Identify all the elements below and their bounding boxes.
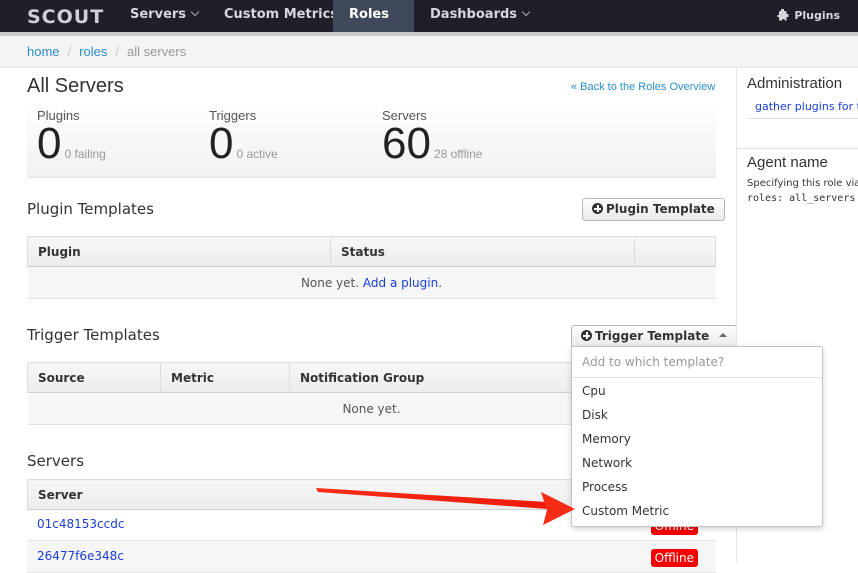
empty-suffix: .	[438, 275, 443, 290]
servers-heading: Servers	[27, 452, 85, 470]
scout-logo[interactable]: SCOUT	[27, 6, 104, 28]
breadcrumb-current: all servers	[126, 44, 187, 59]
status-badge: Offline	[650, 549, 698, 567]
nav-dashboards-label: Dashboards	[430, 7, 518, 22]
plus-circle-icon	[581, 330, 592, 341]
nav-servers[interactable]: Servers	[114, 0, 214, 32]
empty-row: None yet. Add a plugin.	[27, 266, 716, 299]
agent-name-text: Specifying this role via the agent:	[747, 178, 858, 189]
nav-plugins[interactable]: Plugins	[776, 0, 840, 32]
dropdown-option-network[interactable]: Network	[572, 451, 822, 475]
column-header[interactable]: Metric	[160, 362, 290, 393]
stat-sub: 0 active	[236, 147, 278, 161]
nav-custom-metrics-label: Custom Metrics	[224, 7, 339, 22]
dropdown-option-custom-metric[interactable]: Custom Metric	[572, 499, 822, 523]
sidebar-divider	[737, 148, 858, 149]
chevron-down-icon	[190, 7, 200, 17]
dropdown-option-memory[interactable]: Memory	[572, 427, 822, 451]
add-plugin-link[interactable]: Add a plugin	[363, 276, 438, 290]
administration-heading: Administration	[747, 75, 843, 92]
dropdown-option-cpu[interactable]: Cpu	[572, 379, 822, 403]
server-link[interactable]: 26477f6e348c	[37, 549, 124, 563]
breadcrumb-roles[interactable]: roles	[79, 44, 107, 59]
gather-plugins-link[interactable]: gather plugins for this role	[747, 100, 858, 119]
stat-plugins: Plugins 00 failing	[37, 108, 106, 168]
stat-servers: Servers 60 28 offline	[382, 108, 483, 168]
stat-sub: 28 offline	[433, 147, 483, 161]
trigger-template-dropdown: Add to which template? Cpu Disk Memory N…	[571, 346, 823, 527]
dropdown-header: Add to which template?	[572, 347, 822, 378]
column-header[interactable]: Source	[27, 362, 161, 393]
nav-roles-label: Roles	[349, 7, 389, 22]
agent-name-code: roles: all_servers	[747, 193, 856, 204]
breadcrumb-home[interactable]: home	[27, 44, 60, 59]
add-plugin-template-button[interactable]: Plugin Template	[582, 198, 725, 221]
stat-sub: 0 failing	[64, 147, 106, 161]
stat-value: 60	[382, 119, 431, 168]
plugin-templates-table: Plugin Status None yet. Add a plugin.	[27, 236, 716, 299]
dropdown-option-process[interactable]: Process	[572, 475, 822, 499]
server-row: 26477f6e348c Offline	[27, 541, 716, 573]
nav-dashboards[interactable]: Dashboards	[414, 0, 545, 32]
dropdown-options: Cpu Disk Memory Network Process Custom M…	[572, 378, 822, 523]
puzzle-icon	[777, 9, 789, 21]
breadcrumb-separator: /	[67, 44, 72, 59]
empty-text: None yet.	[300, 275, 360, 290]
nav-roles[interactable]: Roles	[333, 0, 414, 47]
chevron-down-icon	[521, 7, 531, 17]
back-to-roles-link[interactable]: « Back to the Roles Overview	[571, 81, 715, 93]
plugin-templates-heading: Plugin Templates	[27, 200, 154, 218]
column-header	[634, 236, 716, 267]
stat-value: 0	[209, 119, 234, 168]
button-label: Trigger Template	[595, 329, 710, 343]
agent-name-section: Agent name Specifying this role via the …	[747, 154, 858, 204]
caret-up-icon	[719, 333, 728, 337]
breadcrumb-separator: /	[115, 44, 119, 59]
page-title: All Servers	[27, 75, 124, 97]
stats-panel: Plugins 00 failing Triggers 00 active Se…	[27, 100, 716, 178]
top-nav: SCOUT Servers Custom Metrics Roles Dashb…	[0, 0, 858, 47]
plus-circle-icon	[592, 203, 603, 214]
dropdown-option-disk[interactable]: Disk	[572, 403, 822, 427]
stat-triggers: Triggers 00 active	[209, 108, 278, 168]
nav-plugins-label: Plugins	[794, 9, 840, 22]
trigger-templates-heading: Trigger Templates	[27, 326, 160, 344]
column-header[interactable]: Plugin	[27, 236, 331, 267]
agent-name-heading: Agent name	[747, 154, 828, 171]
button-label: Plugin Template	[606, 202, 715, 216]
column-header[interactable]: Status	[330, 236, 635, 267]
breadcrumb: home / roles / all servers	[0, 36, 858, 68]
server-link[interactable]: 01c48153ccdc	[37, 517, 124, 531]
nav-servers-label: Servers	[130, 7, 187, 22]
stat-value: 0	[37, 119, 62, 168]
